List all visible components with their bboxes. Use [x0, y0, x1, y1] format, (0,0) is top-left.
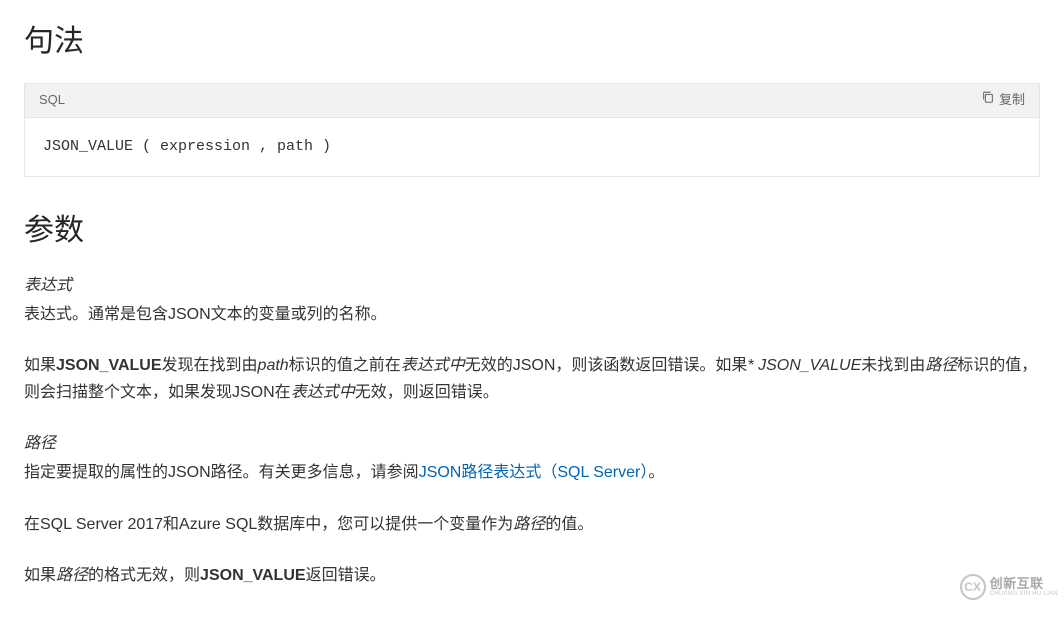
text-italic: path	[258, 357, 289, 374]
text-italic: 路径	[513, 516, 545, 533]
link-json-path-expressions[interactable]: JSON路径表达式（SQL Server）	[419, 464, 649, 481]
text-italic: * JSON_VALUE	[747, 357, 861, 374]
text-bold: JSON_VALUE	[200, 567, 306, 584]
text: 在SQL Server 2017和Azure SQL数据库中，您可以提供一个变量…	[24, 516, 513, 533]
param-expression-detail: 如果JSON_VALUE发现在找到由path标识的值之前在表达式中无效的JSON…	[24, 352, 1040, 406]
text: 指定要提取的属性的JSON路径。有关更多信息，请参阅	[24, 464, 419, 481]
code-block-header: SQL 复制	[25, 84, 1039, 118]
param-expression-title: 表达式	[24, 272, 1040, 299]
code-block: SQL 复制 JSON_VALUE ( expression , path )	[24, 83, 1040, 177]
text: 标识的值之前在	[289, 357, 401, 374]
text-italic: 路径	[925, 357, 957, 374]
text-italic: 路径	[56, 567, 88, 584]
text-italic: 表达式中	[291, 384, 355, 401]
copy-label: 复制	[999, 89, 1025, 111]
text: 返回错误。	[306, 567, 386, 584]
text: 的格式无效，则	[88, 567, 200, 584]
code-lang-label: SQL	[39, 89, 65, 111]
text: 无效，则返回错误。	[355, 384, 499, 401]
copy-icon	[981, 89, 995, 111]
copy-button[interactable]: 复制	[981, 89, 1025, 111]
heading-syntax: 句法	[24, 16, 1040, 67]
param-path-error: 如果路径的格式无效，则JSON_VALUE返回错误。	[24, 562, 1040, 589]
watermark-sub: CHUANG XIN HU LIAN	[990, 591, 1058, 598]
heading-parameters: 参数	[24, 205, 1040, 256]
param-path-desc: 指定要提取的属性的JSON路径。有关更多信息，请参阅JSON路径表达式（SQL …	[24, 459, 1040, 486]
param-expression-desc: 表达式。通常是包含JSON文本的变量或列的名称。	[24, 301, 1040, 328]
text: 。	[648, 464, 664, 481]
text-italic: 表达式中	[401, 357, 465, 374]
text: 的值。	[545, 516, 593, 533]
param-path-title: 路径	[24, 430, 1040, 457]
text-bold: JSON_VALUE	[56, 357, 162, 374]
code-content: JSON_VALUE ( expression , path )	[25, 118, 1039, 176]
text: 无效的JSON，则该函数返回错误。如果	[465, 357, 748, 374]
text: 发现在找到由	[162, 357, 258, 374]
text: 未找到由	[861, 357, 925, 374]
text: 如果	[24, 357, 56, 374]
param-path-note-sqlserver: 在SQL Server 2017和Azure SQL数据库中，您可以提供一个变量…	[24, 511, 1040, 538]
text: 如果	[24, 567, 56, 584]
